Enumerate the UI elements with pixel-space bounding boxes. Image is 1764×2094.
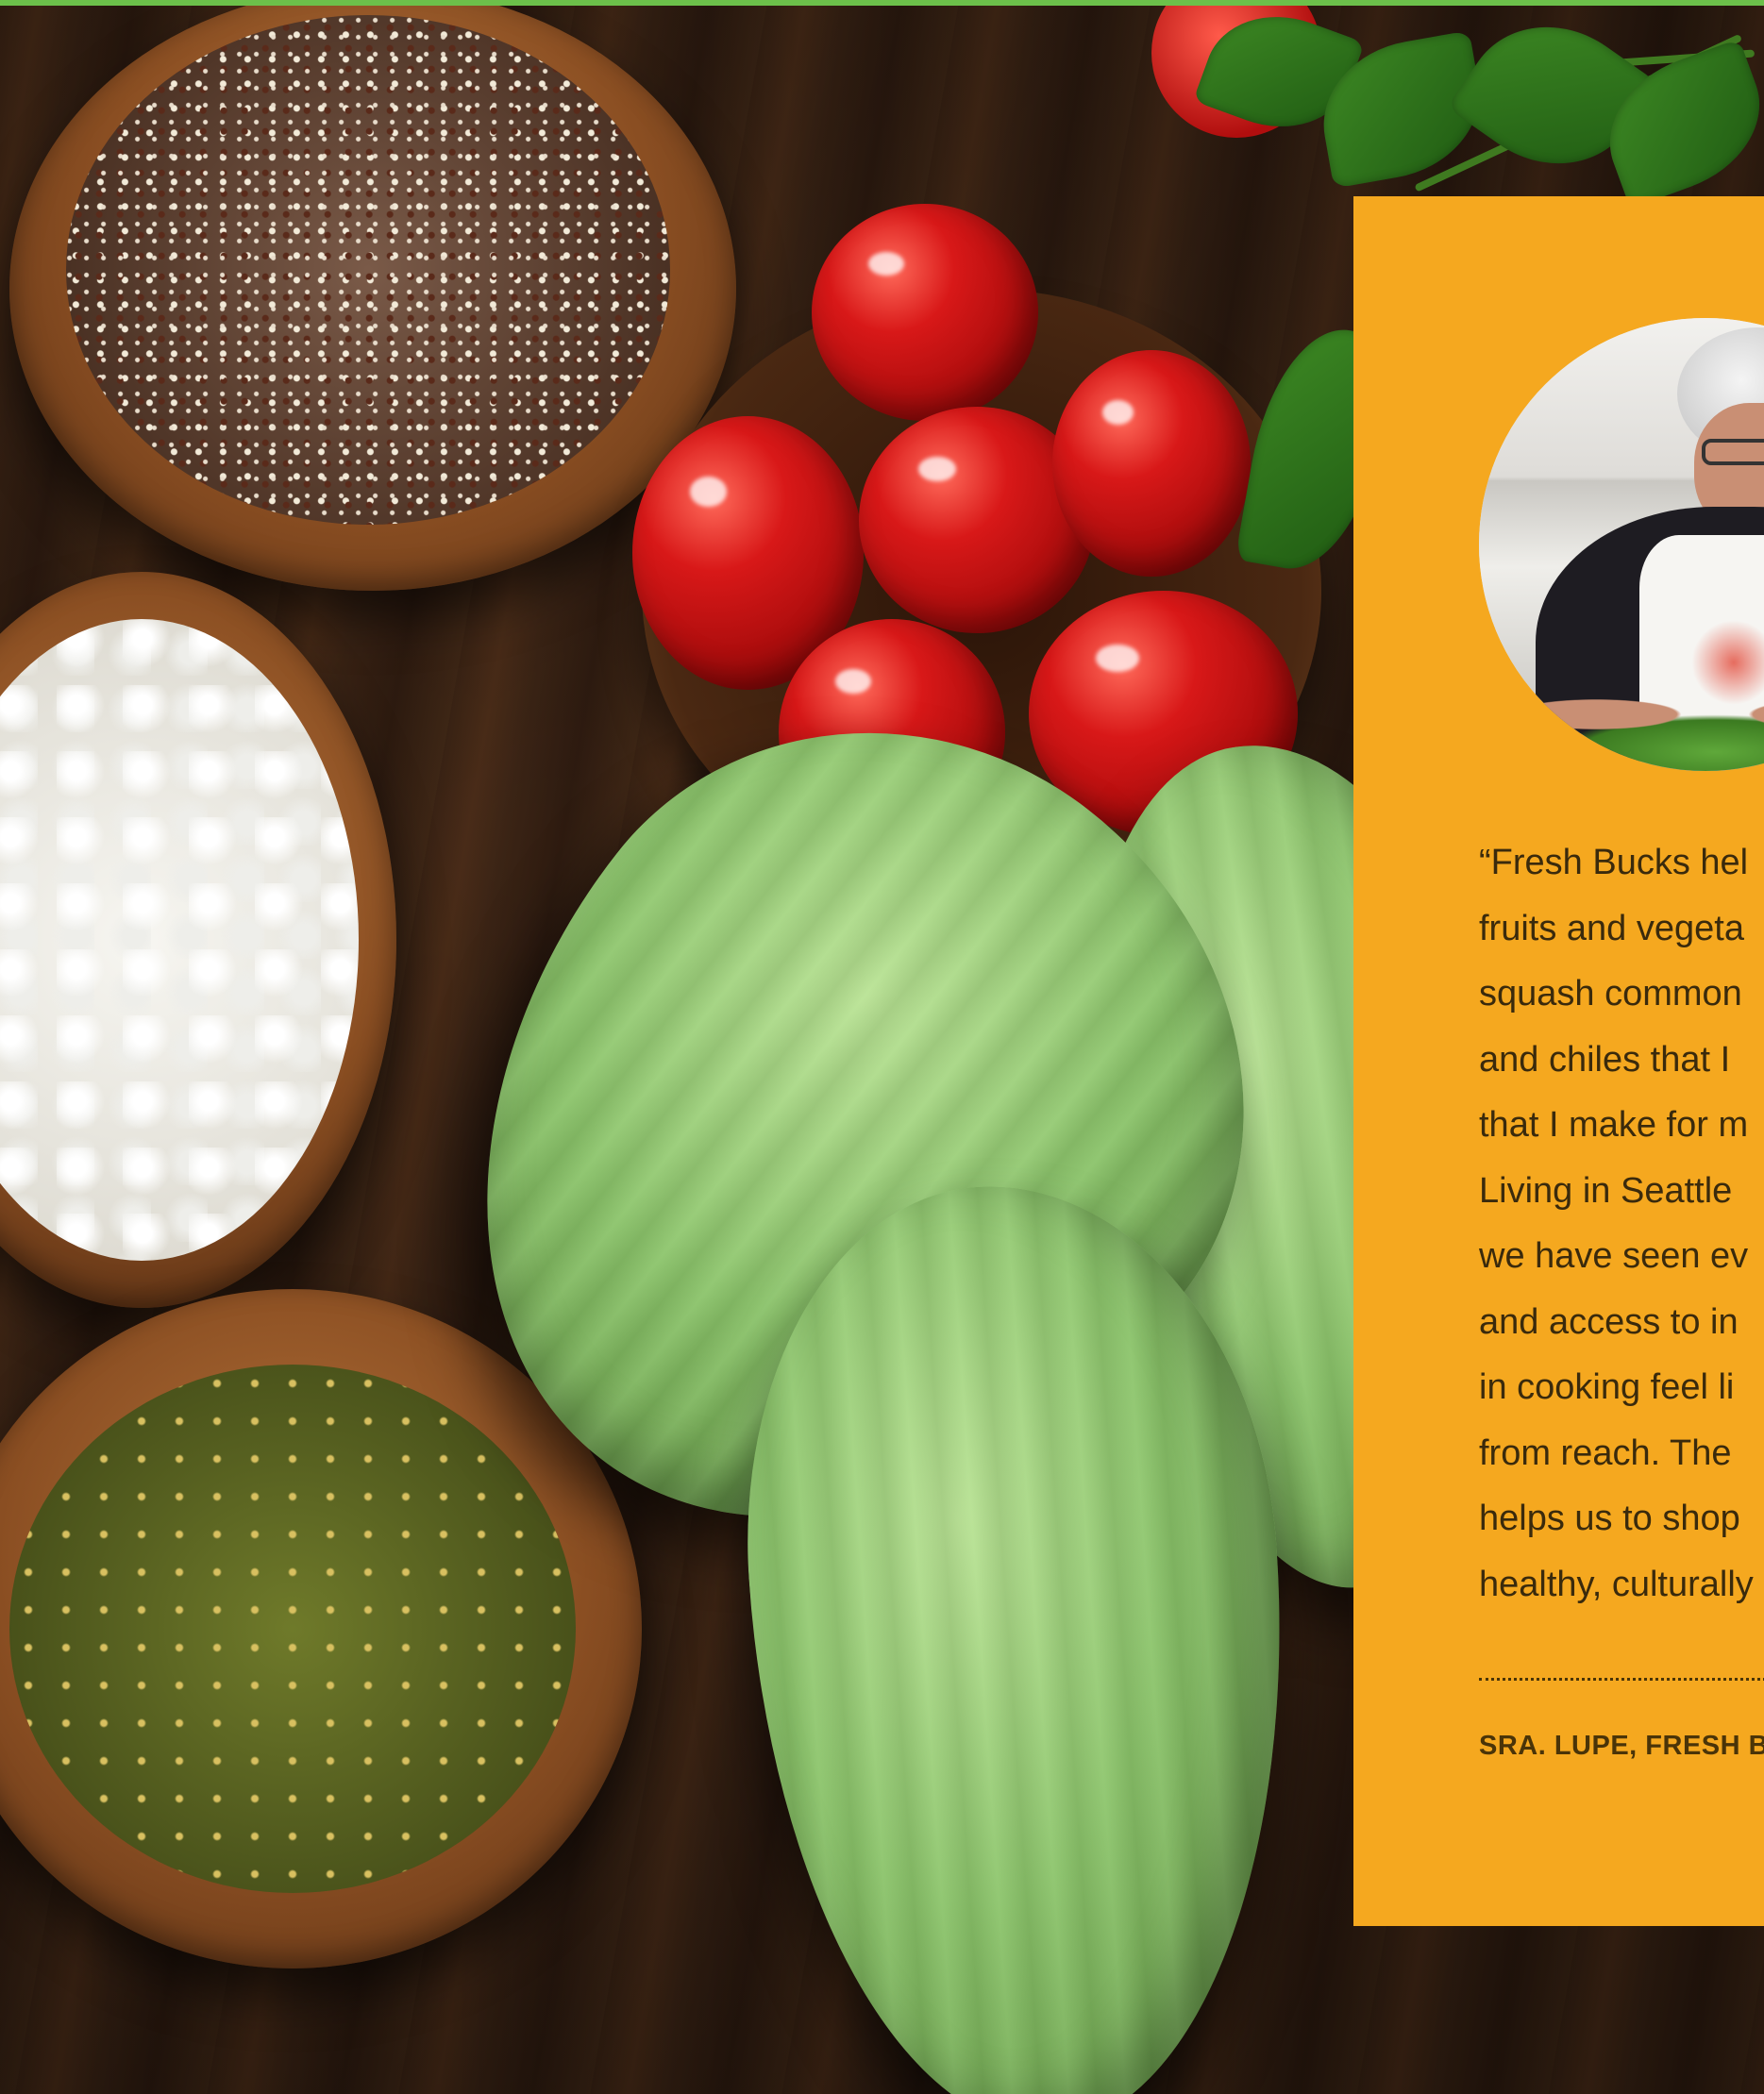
quinoa-bowl [9, 6, 736, 591]
testimonial-quote: “Fresh Bucks hel fruits and vegeta squash … [1479, 830, 1764, 1617]
quote-line: fruits and vegeta [1479, 908, 1744, 948]
quote-line: helps us to shop [1479, 1499, 1740, 1538]
tomato [1052, 350, 1251, 577]
quote-line: “Fresh Bucks hel [1479, 843, 1749, 882]
quote-line: we have seen ev [1479, 1236, 1749, 1276]
tomato [812, 204, 1038, 421]
quote-line: healthy, culturally [1479, 1564, 1754, 1604]
top-accent-bar [0, 0, 1764, 6]
quote-line: in cooking feel li [1479, 1367, 1735, 1407]
quote-line: and chiles that I [1479, 1039, 1731, 1080]
quote-divider [1479, 1678, 1764, 1681]
testimonial-avatar [1479, 318, 1764, 771]
testimonial-card: “Fresh Bucks hel fruits and vegeta squash … [1353, 196, 1764, 1926]
quote-line: and access to in [1479, 1301, 1739, 1342]
testimonial-attribution: SRA. LUPE, FRESH B [1479, 1731, 1764, 1761]
cheese-bowl [0, 572, 396, 1308]
quote-line: from reach. The [1479, 1432, 1732, 1473]
quote-line: squash common [1479, 974, 1742, 1013]
quote-line: Living in Seattle [1479, 1170, 1733, 1211]
quote-line: that I make for m [1479, 1105, 1749, 1145]
